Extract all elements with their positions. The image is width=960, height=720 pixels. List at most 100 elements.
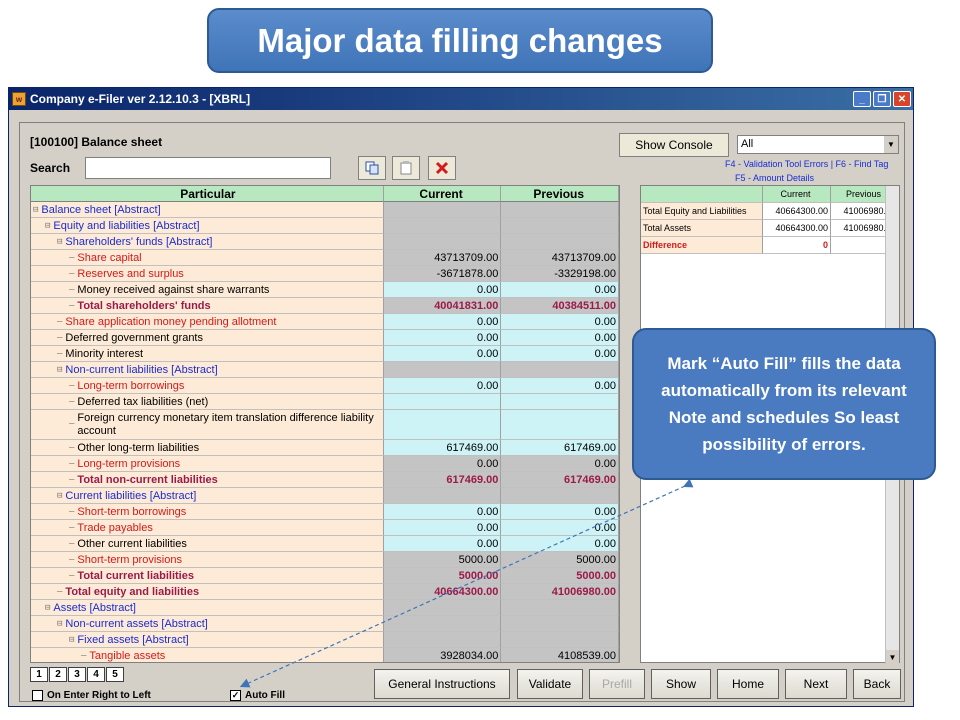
- previous-value-cell[interactable]: 0.00: [501, 378, 619, 394]
- current-value-cell[interactable]: 0.00: [383, 504, 502, 520]
- particular-label: Total current liabilities: [77, 569, 194, 582]
- previous-value-cell[interactable]: [501, 394, 619, 410]
- tree-line-icon: —: [69, 396, 75, 407]
- previous-value-cell[interactable]: 0.00: [501, 504, 619, 520]
- particular-cell: — Total current liabilities: [31, 568, 384, 584]
- current-value-cell[interactable]: 0.00: [383, 314, 502, 330]
- home-button[interactable]: Home: [717, 669, 779, 699]
- previous-value-cell[interactable]: 0.00: [501, 314, 619, 330]
- current-value-cell[interactable]: 0.00: [383, 330, 502, 346]
- table-row[interactable]: — Other current liabilities 0.00 0.00: [31, 536, 619, 552]
- table-row[interactable]: — Total non-current liabilities 617469.00 6…: [31, 472, 619, 488]
- collapse-icon[interactable]: ⊟: [57, 237, 62, 247]
- enter-rtl-option[interactable]: On Enter Right to Left: [32, 690, 151, 701]
- table-row[interactable]: ⊟ Non-current liabilities [Abstract]: [31, 362, 619, 378]
- current-value-cell[interactable]: 0.00: [383, 520, 502, 536]
- column-header-previous[interactable]: Previous: [501, 186, 619, 202]
- current-value-cell[interactable]: 0.00: [383, 346, 502, 362]
- search-input[interactable]: [85, 157, 331, 179]
- table-row[interactable]: — Total current liabilities 5000.00 5000.00: [31, 568, 619, 584]
- table-row[interactable]: — Short-term provisions 5000.00 5000.00: [31, 552, 619, 568]
- show-button[interactable]: Show: [651, 669, 711, 699]
- back-button[interactable]: Back: [853, 669, 901, 699]
- table-row[interactable]: — Trade payables 0.00 0.00: [31, 520, 619, 536]
- collapse-icon[interactable]: ⊟: [57, 619, 62, 629]
- table-row[interactable]: — Reserves and surplus -3671878.00 -3329198…: [31, 266, 619, 282]
- previous-value-cell[interactable]: 617469.00: [501, 440, 619, 456]
- particular-cell: — Trade payables: [31, 520, 384, 536]
- summary-row: Difference00: [641, 237, 899, 254]
- current-value-cell[interactable]: 617469.00: [383, 440, 502, 456]
- paste-icon[interactable]: [392, 156, 420, 180]
- table-row[interactable]: ⊟ Fixed assets [Abstract]: [31, 632, 619, 648]
- table-row[interactable]: ⊟ Assets [Abstract]: [31, 600, 619, 616]
- column-header-particular[interactable]: Particular: [31, 186, 384, 202]
- filter-select[interactable]: All ▼: [737, 135, 899, 154]
- auto-fill-checkbox[interactable]: ✓: [230, 690, 241, 701]
- table-row[interactable]: ⊟ Equity and liabilities [Abstract]: [31, 218, 619, 234]
- collapse-icon[interactable]: ⊟: [57, 365, 62, 375]
- title-banner: Major data filling changes: [207, 8, 713, 73]
- previous-value-cell[interactable]: 0.00: [501, 346, 619, 362]
- table-row[interactable]: ⊟ Shareholders' funds [Abstract]: [31, 234, 619, 250]
- current-value-cell: 5000.00: [383, 552, 502, 568]
- copy-icon[interactable]: [358, 156, 386, 180]
- show-console-button[interactable]: Show Console: [619, 133, 729, 157]
- table-row[interactable]: — Tangible assets 3928034.00 4108539.00: [31, 648, 619, 662]
- table-row[interactable]: — Total equity and liabilities 40664300.00…: [31, 584, 619, 600]
- restore-icon[interactable]: ❐: [873, 91, 891, 107]
- current-value-cell[interactable]: 0.00: [383, 282, 502, 298]
- table-row[interactable]: ⊟ Current liabilities [Abstract]: [31, 488, 619, 504]
- delete-icon[interactable]: [428, 156, 456, 180]
- table-row[interactable]: — Deferred tax liabilities (net): [31, 394, 619, 410]
- table-row[interactable]: — Minority interest 0.00 0.00: [31, 346, 619, 362]
- current-value-cell[interactable]: 0.00: [383, 536, 502, 552]
- page-tab-4[interactable]: 4: [87, 667, 105, 682]
- general-instructions-button[interactable]: General Instructions: [374, 669, 510, 699]
- collapse-icon[interactable]: ⊟: [33, 205, 38, 215]
- previous-value-cell[interactable]: 0.00: [501, 520, 619, 536]
- particular-label: Money received against share warrants: [77, 283, 270, 296]
- page-tab-1[interactable]: 1: [30, 667, 48, 682]
- table-row[interactable]: — Deferred government grants 0.00 0.00: [31, 330, 619, 346]
- table-row[interactable]: — Total shareholders' funds 40041831.00 403…: [31, 298, 619, 314]
- previous-value-cell[interactable]: [501, 410, 619, 440]
- previous-value-cell[interactable]: 0.00: [501, 282, 619, 298]
- auto-fill-option[interactable]: ✓ Auto Fill: [230, 690, 285, 701]
- next-button[interactable]: Next: [785, 669, 847, 699]
- page-tab-5[interactable]: 5: [106, 667, 124, 682]
- page-tab-2[interactable]: 2: [49, 667, 67, 682]
- table-row[interactable]: — Long-term borrowings 0.00 0.00: [31, 378, 619, 394]
- enter-rtl-checkbox[interactable]: [32, 690, 43, 701]
- collapse-icon[interactable]: ⊟: [45, 603, 50, 613]
- collapse-icon[interactable]: ⊟: [57, 491, 62, 501]
- validate-button[interactable]: Validate: [517, 669, 583, 699]
- table-row[interactable]: — Long-term provisions 0.00 0.00: [31, 456, 619, 472]
- table-row[interactable]: — Share capital 43713709.00 43713709.00: [31, 250, 619, 266]
- previous-value-cell: [501, 362, 619, 378]
- current-value-cell[interactable]: [383, 410, 502, 440]
- minimize-icon[interactable]: _: [853, 91, 871, 107]
- table-row[interactable]: — Other long-term liabilities 617469.00 617…: [31, 440, 619, 456]
- prefill-button[interactable]: Prefill: [589, 669, 645, 699]
- close-icon[interactable]: ✕: [893, 91, 911, 107]
- table-row[interactable]: ⊟ Balance sheet [Abstract]: [31, 202, 619, 218]
- previous-value-cell[interactable]: 0.00: [501, 536, 619, 552]
- table-row[interactable]: — Short-term borrowings 0.00 0.00: [31, 504, 619, 520]
- previous-value-cell[interactable]: 0.00: [501, 330, 619, 346]
- column-header-current[interactable]: Current: [383, 186, 502, 202]
- scroll-down-icon[interactable]: ▼: [886, 650, 899, 664]
- collapse-icon[interactable]: ⊟: [45, 221, 50, 231]
- auto-fill-callout: Mark “Auto Fill” fills the data automati…: [632, 328, 936, 480]
- chevron-down-icon[interactable]: ▼: [884, 136, 898, 153]
- current-value-cell[interactable]: 0.00: [383, 378, 502, 394]
- summary-label: Total Assets: [641, 220, 763, 237]
- current-value-cell[interactable]: [383, 394, 502, 410]
- particular-label: Long-term borrowings: [77, 379, 185, 392]
- table-row[interactable]: — Foreign currency monetary item translat…: [31, 410, 619, 440]
- page-tab-3[interactable]: 3: [68, 667, 86, 682]
- table-row[interactable]: — Share application money pending allotme…: [31, 314, 619, 330]
- table-row[interactable]: — Money received against share warrants 0.…: [31, 282, 619, 298]
- table-row[interactable]: ⊟ Non-current assets [Abstract]: [31, 616, 619, 632]
- collapse-icon[interactable]: ⊟: [69, 635, 74, 645]
